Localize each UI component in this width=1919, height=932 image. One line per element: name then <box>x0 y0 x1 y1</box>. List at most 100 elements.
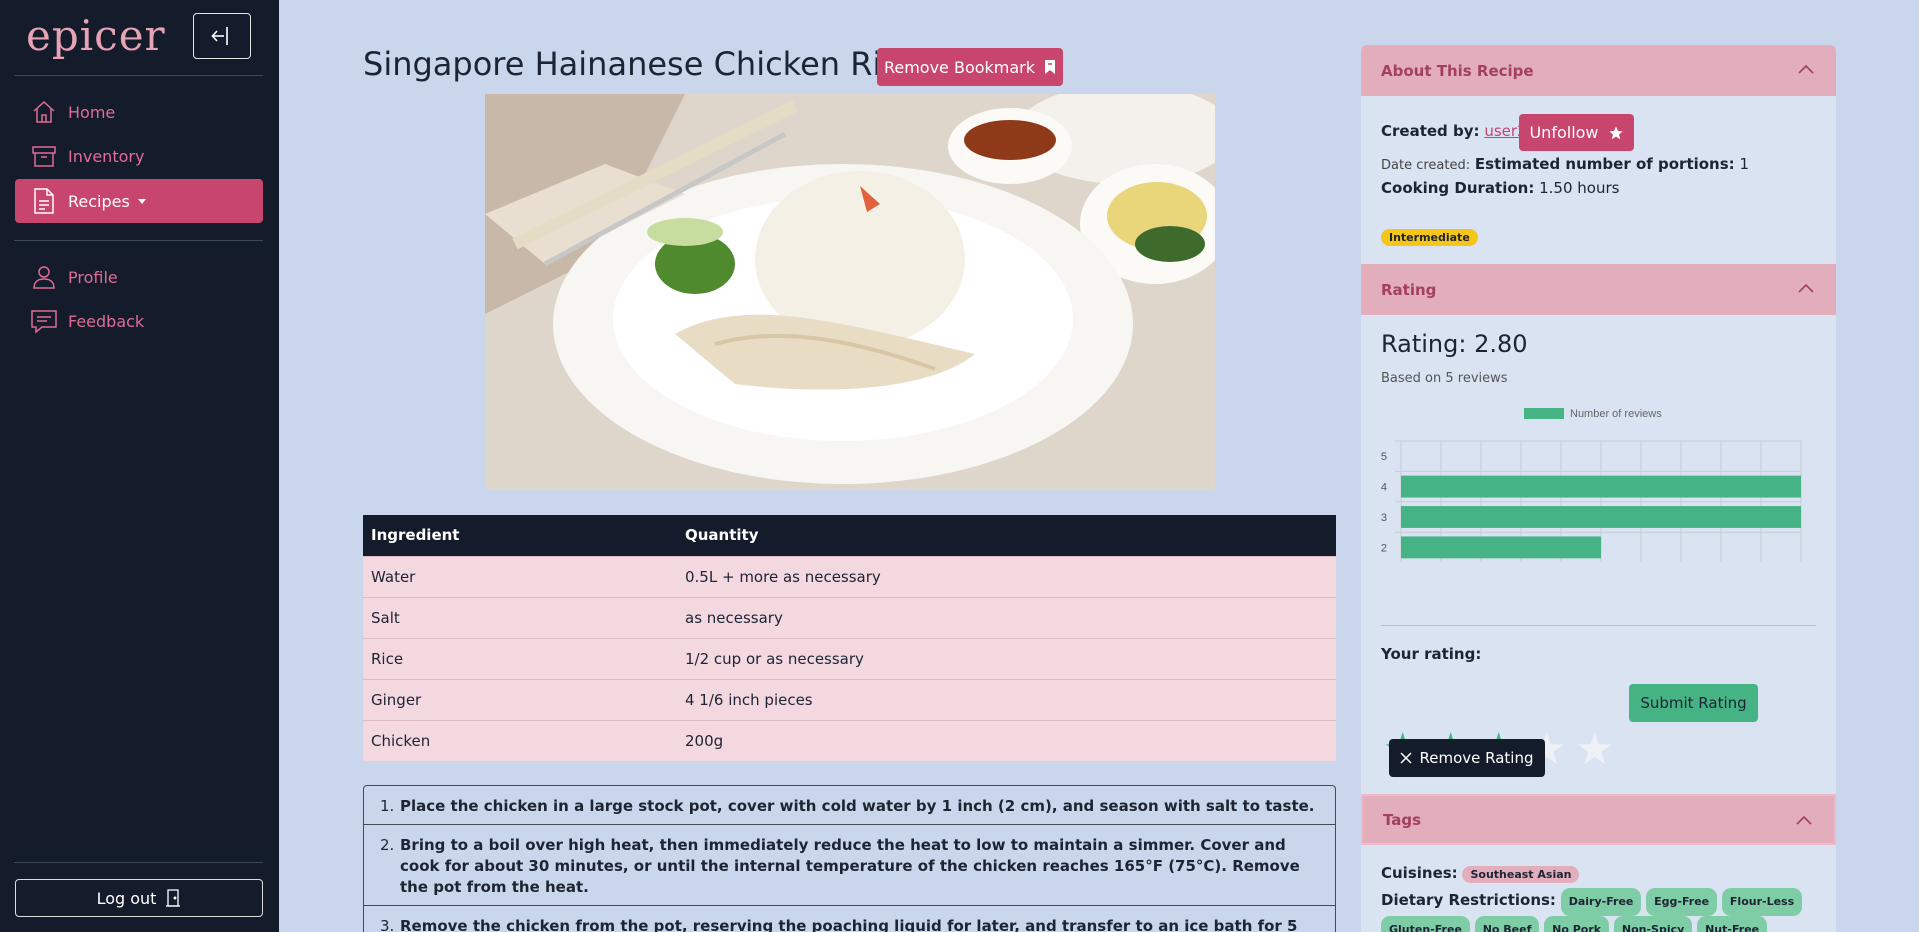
archive-icon <box>30 142 58 170</box>
review-count: Based on 5 reviews <box>1381 371 1508 386</box>
rating-score: Rating: 2.80 <box>1381 330 1528 358</box>
recipe-info-panel: About This Recipe Created by: user2 Unfo… <box>1361 45 1836 932</box>
feedback-icon <box>30 307 58 335</box>
chart-bar-4 <box>1401 475 1801 498</box>
about-header-label: About This Recipe <box>1381 61 1534 80</box>
quantity-cell: 1/2 cup or as necessary <box>677 637 1336 679</box>
difficulty-badge: Intermediate <box>1381 229 1478 246</box>
table-row: Chicken 200g <box>363 719 1336 761</box>
sidebar-divider <box>14 862 263 863</box>
cuisines-line: Cuisines: Southeast Asian <box>1381 864 1580 883</box>
user-icon <box>30 263 58 291</box>
rating-distribution-chart: Number of reviews00.20.40.60.81.01.21.41… <box>1381 408 1802 562</box>
ingredient-cell: Water <box>363 555 677 597</box>
sidebar-item-label: Feedback <box>68 311 145 331</box>
tags-header-label: Tags <box>1383 810 1422 829</box>
rating-section-header[interactable]: Rating <box>1361 264 1836 315</box>
rating-star-5[interactable]: ★ <box>1575 728 1614 772</box>
step-number: 3. <box>380 917 395 932</box>
list-item: 1. Place the chicken in a large stock pot… <box>363 785 1336 824</box>
rating-header-label: Rating <box>1381 280 1437 299</box>
sidebar-item-profile[interactable]: Profile <box>15 255 263 299</box>
ingredient-cell: Salt <box>363 596 677 638</box>
logout-label: Log out <box>96 888 157 908</box>
close-icon <box>1400 752 1413 764</box>
sidebar-item-label: Home <box>68 102 116 122</box>
door-icon <box>166 889 181 907</box>
collapse-sidebar-button[interactable] <box>193 13 251 59</box>
step-number: 1. <box>380 797 395 815</box>
remove-rating-button[interactable]: Remove Rating <box>1389 739 1545 777</box>
table-row: Ginger 4 1/6 inch pieces <box>363 678 1336 720</box>
step-text: Place the chicken in a large stock pot, … <box>400 797 1315 815</box>
dietary-tag: Nut-Free <box>1697 916 1768 932</box>
step-text: Remove the chicken from the pot, reservi… <box>400 917 1298 932</box>
sidebar-item-recipes[interactable]: Recipes <box>15 179 263 223</box>
date-portions-line: Date created: Estimated number of portio… <box>1381 155 1749 173</box>
sidebar-item-label: Inventory <box>68 146 145 166</box>
created-by-line: Created by: user2 <box>1381 122 1527 140</box>
dietary-tag: Gluten-Free <box>1381 916 1470 932</box>
table-header-quantity: Quantity <box>677 515 1336 556</box>
page-title: Singapore Hainanese Chicken Rice <box>363 45 919 83</box>
sidebar-item-feedback[interactable]: Feedback <box>15 299 263 343</box>
sidebar: epicer Home Inventory Recipes Profile Fe… <box>0 0 279 932</box>
list-item: 2. Bring to a boil over high heat, then i… <box>363 824 1336 905</box>
unfollow-button[interactable]: Unfollow <box>1519 114 1634 151</box>
chevron-up-icon <box>1796 815 1812 825</box>
remove-bookmark-label: Remove Bookmark <box>883 57 1036 77</box>
dietary-label: Dietary Restrictions: <box>1381 891 1556 909</box>
bookmark-icon <box>1045 60 1056 74</box>
quantity-cell: 200g <box>677 719 1336 761</box>
dietary-line: Dietary Restrictions: Dairy-Free Egg-Fre… <box>1381 888 1821 932</box>
ingredient-cell: Rice <box>363 637 677 679</box>
ingredient-cell: Chicken <box>363 719 677 761</box>
ingredient-cell: Ginger <box>363 678 677 720</box>
step-text: Bring to a boil over high heat, then imm… <box>400 836 1300 896</box>
dietary-tag: No Beef <box>1474 916 1540 932</box>
sidebar-item-inventory[interactable]: Inventory <box>15 134 263 178</box>
collapse-icon <box>211 27 228 45</box>
portions-value: 1 <box>1739 155 1749 173</box>
y-tick-label: 2 <box>1381 542 1387 554</box>
cuisine-tag: Southeast Asian <box>1462 866 1580 883</box>
dietary-tag: Egg-Free <box>1646 888 1718 916</box>
your-rating-label: Your rating: <box>1381 645 1482 663</box>
step-number: 2. <box>380 836 395 854</box>
rating-divider <box>1381 625 1816 626</box>
table-row: Salt as necessary <box>363 596 1336 638</box>
quantity-cell: 4 1/6 inch pieces <box>677 678 1336 720</box>
about-section-header[interactable]: About This Recipe <box>1361 45 1836 96</box>
chart-bar-3 <box>1401 506 1801 528</box>
recipe-image <box>485 94 1215 490</box>
cuisines-label: Cuisines: <box>1381 864 1458 882</box>
sidebar-divider <box>14 240 263 241</box>
created-by-label: Created by: <box>1381 122 1480 140</box>
portions-label: Estimated number of portions: <box>1474 155 1735 173</box>
legend-label: Number of reviews <box>1570 408 1662 420</box>
legend-swatch <box>1524 408 1564 419</box>
y-tick-label: 4 <box>1381 482 1387 494</box>
dietary-tag: No Pork <box>1544 916 1610 932</box>
remove-rating-label: Remove Rating <box>1419 749 1534 767</box>
table-row: Water 0.5L + more as necessary <box>363 555 1336 597</box>
sidebar-item-home[interactable]: Home <box>15 90 263 134</box>
star-icon <box>1608 125 1623 139</box>
logout-button[interactable]: Log out <box>15 879 263 917</box>
table-header-row: Ingredient Quantity <box>363 515 1336 556</box>
remove-bookmark-button[interactable]: Remove Bookmark <box>877 48 1063 86</box>
submit-rating-button[interactable]: Submit Rating <box>1629 684 1758 722</box>
chevron-down-icon <box>137 198 146 204</box>
app-logo[interactable]: epicer <box>26 14 166 58</box>
duration-label: Cooking Duration: <box>1381 179 1535 197</box>
dietary-tag: Non-Spicy <box>1613 916 1693 932</box>
quantity-cell: 0.5L + more as necessary <box>677 555 1336 597</box>
tags-section-header[interactable]: Tags <box>1361 794 1836 845</box>
difficulty-line: Intermediate <box>1381 226 1478 246</box>
home-icon <box>30 98 58 126</box>
y-tick-label: 3 <box>1381 512 1387 524</box>
chevron-up-icon <box>1798 64 1814 74</box>
sidebar-item-label: Recipes <box>68 191 130 211</box>
ingredients-table: Ingredient Quantity Water 0.5L + more as … <box>363 515 1336 761</box>
chart-bar-2 <box>1401 536 1601 559</box>
